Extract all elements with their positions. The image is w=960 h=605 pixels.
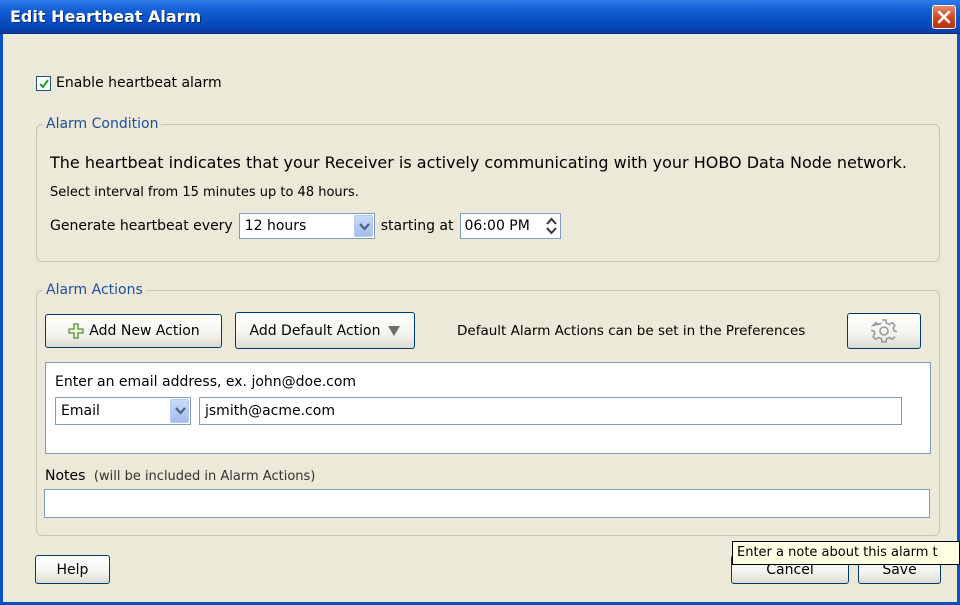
interval-value: 12 hours — [244, 218, 307, 234]
window-title: Edit Heartbeat Alarm — [10, 7, 202, 26]
email-prompt: Enter an email address, ex. john@doe.com — [55, 374, 357, 390]
start-time-value: 06:00 PM — [464, 218, 530, 234]
interval-dropdown-button[interactable] — [353, 215, 373, 237]
chevron-down-icon — [358, 223, 370, 231]
add-default-action-label: Add Default Action — [249, 322, 381, 339]
heartbeat-description: The heartbeat indicates that your Receiv… — [50, 153, 907, 172]
notes-label-row: Notes (will be included in Alarm Actions… — [45, 468, 315, 484]
add-new-action-button[interactable]: Add New Action — [45, 314, 222, 348]
email-address-input[interactable]: jsmith@acme.com — [199, 397, 902, 425]
start-time-spinner[interactable]: 06:00 PM — [459, 213, 561, 239]
notes-label: Notes — [45, 468, 86, 484]
close-button[interactable] — [932, 5, 956, 29]
window-frame-left — [0, 34, 3, 605]
interval-hint: Select interval from 15 minutes up to 48… — [50, 185, 359, 200]
preferences-hint: Default Alarm Actions can be set in the … — [457, 323, 806, 339]
plus-icon — [68, 323, 84, 339]
enable-heartbeat-row[interactable]: Enable heartbeat alarm — [36, 75, 222, 91]
method-dropdown-button[interactable] — [170, 399, 189, 423]
interval-select[interactable]: 12 hours — [238, 213, 375, 239]
gear-icon — [871, 319, 897, 343]
preferences-button[interactable] — [847, 313, 921, 349]
alarm-actions-legend: Alarm Actions — [43, 282, 146, 298]
email-action-panel: Enter an email address, ex. john@doe.com… — [45, 362, 931, 454]
action-method-select[interactable]: Email — [55, 397, 191, 425]
enable-heartbeat-checkbox[interactable] — [36, 75, 51, 91]
notes-hint: (will be included in Alarm Actions) — [93, 469, 316, 484]
notes-tooltip: Enter a note about this alarm t — [732, 541, 960, 565]
help-label: Help — [56, 561, 89, 578]
spinner-arrows-icon[interactable] — [544, 215, 559, 237]
starting-at-label: starting at — [380, 218, 454, 234]
notes-input[interactable] — [44, 489, 930, 518]
generate-label: Generate heartbeat every — [50, 218, 233, 234]
enable-heartbeat-label: Enable heartbeat alarm — [56, 75, 222, 91]
email-address-value: jsmith@acme.com — [205, 403, 335, 419]
title-bar: Edit Heartbeat Alarm — [0, 0, 960, 34]
generate-heartbeat-row: Generate heartbeat every 12 hours starti… — [50, 213, 561, 239]
help-button[interactable]: Help — [35, 555, 110, 584]
checkmark-icon — [39, 78, 49, 89]
action-method-value: Email — [61, 403, 100, 419]
chevron-down-icon — [175, 407, 186, 415]
close-icon — [937, 10, 951, 24]
add-new-action-label: Add New Action — [89, 323, 200, 339]
triangle-down-icon — [387, 325, 400, 336]
alarm-condition-legend: Alarm Condition — [43, 116, 162, 132]
add-default-action-button[interactable]: Add Default Action — [235, 312, 415, 349]
